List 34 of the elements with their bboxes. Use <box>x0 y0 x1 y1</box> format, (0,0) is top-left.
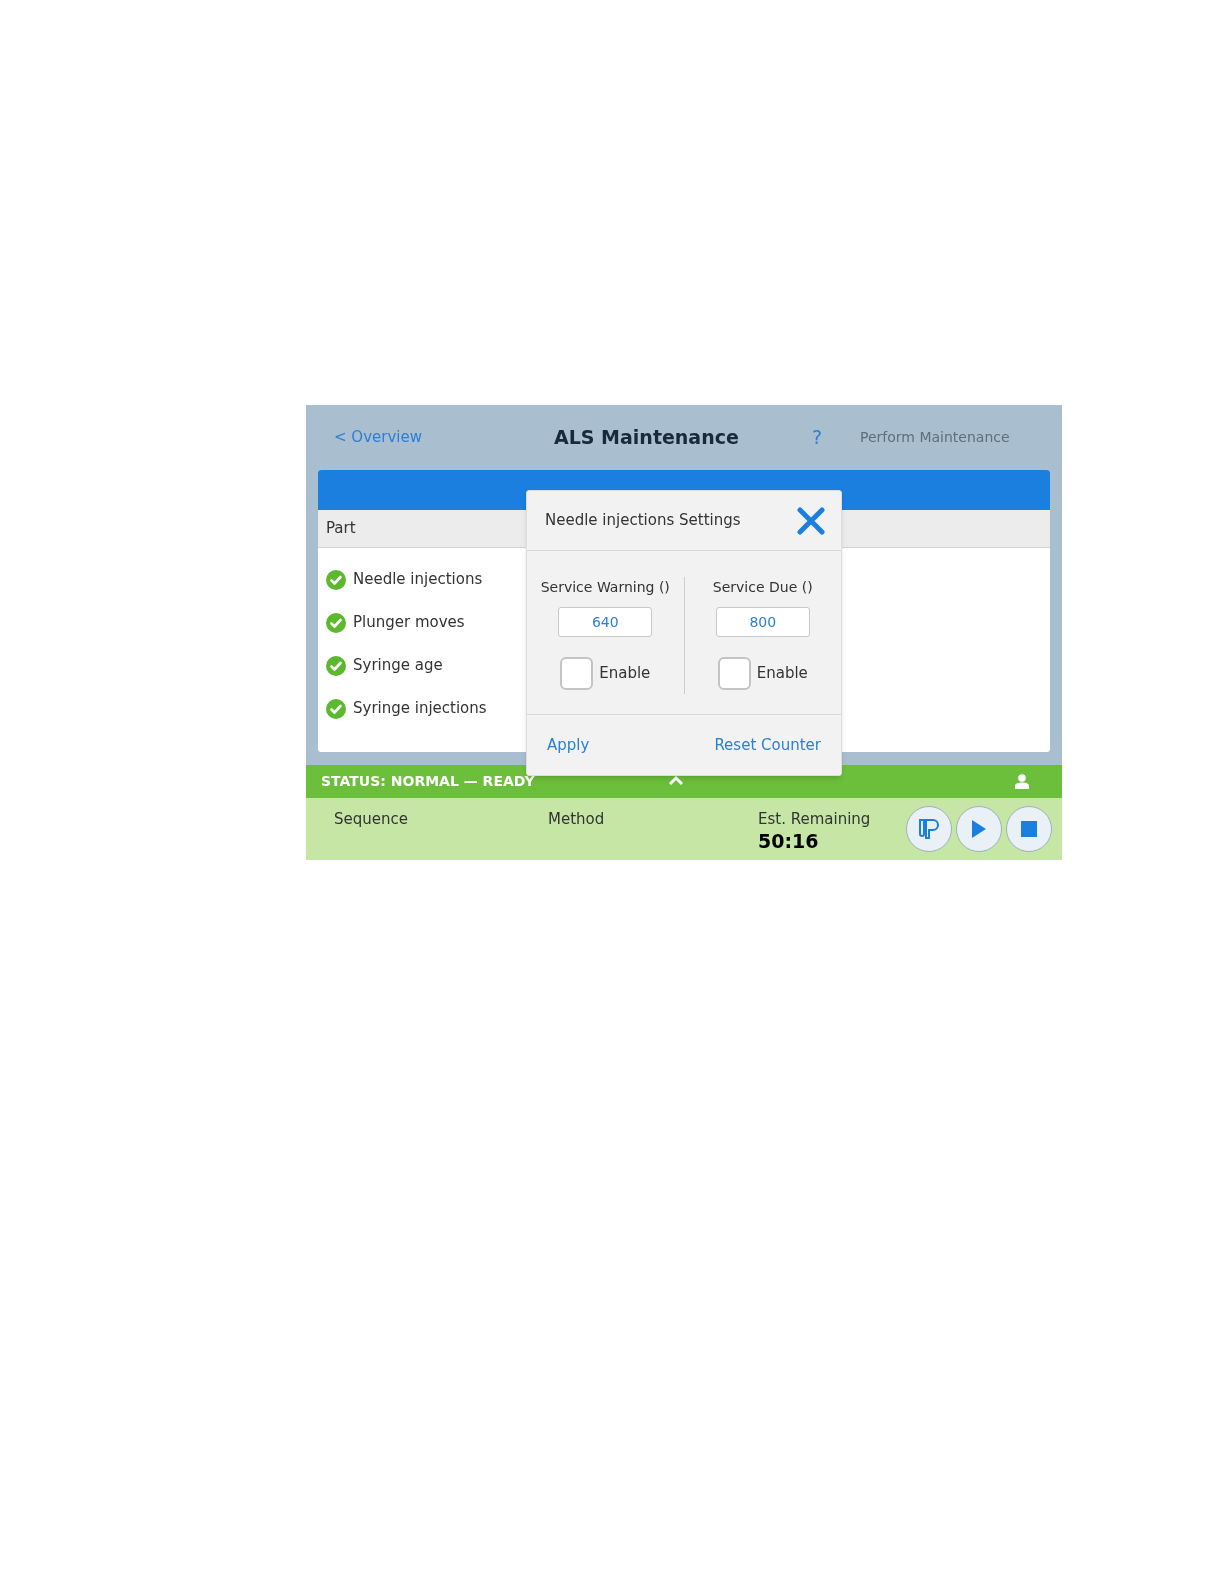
part-name: Plunger moves <box>353 612 465 634</box>
input-field[interactable]: 800 <box>715 607 810 637</box>
part-name: Syringe injections <box>353 698 487 720</box>
dialog-title: Needle injections Settings <box>545 510 741 532</box>
remaining-time: 50:16 <box>758 830 820 851</box>
stop-icon <box>1021 821 1037 837</box>
checkbox-label: Enable <box>599 663 651 685</box>
page-title: ALS Maintenance <box>554 425 740 451</box>
field-label: Service Warning () <box>540 578 670 597</box>
checkbox[interactable] <box>560 657 594 690</box>
dialog-button[interactable]: Apply <box>547 733 590 757</box>
checkbox[interactable] <box>717 657 751 690</box>
input-field[interactable]: 640 <box>558 607 653 637</box>
play-icon <box>971 819 987 839</box>
remaining-label: Est. Remaining <box>758 809 871 830</box>
part-name: Needle injections <box>353 569 483 591</box>
vial-button[interactable] <box>906 806 952 852</box>
vial-icon <box>917 818 941 840</box>
user-icon[interactable] <box>1015 774 1029 789</box>
field-label: Service Due () <box>712 578 813 597</box>
close-icon <box>796 505 826 536</box>
play-button[interactable] <box>956 806 1002 852</box>
status-text: STATUS: NORMAL — READY <box>321 772 535 791</box>
help-button[interactable]: ? <box>812 423 860 452</box>
chevron-icon[interactable] <box>668 776 684 786</box>
part-name: Syringe age <box>353 655 443 677</box>
back-link[interactable]: < Overview <box>334 426 554 449</box>
checkbox-label: Enable <box>756 663 808 685</box>
method-label: Method <box>548 809 606 830</box>
column-header: Part <box>326 518 356 540</box>
dialog-button[interactable]: Reset Counter <box>714 733 821 757</box>
stop-button[interactable] <box>1006 806 1052 852</box>
sequence-label: Sequence <box>334 809 409 830</box>
close-button[interactable] <box>795 504 827 537</box>
